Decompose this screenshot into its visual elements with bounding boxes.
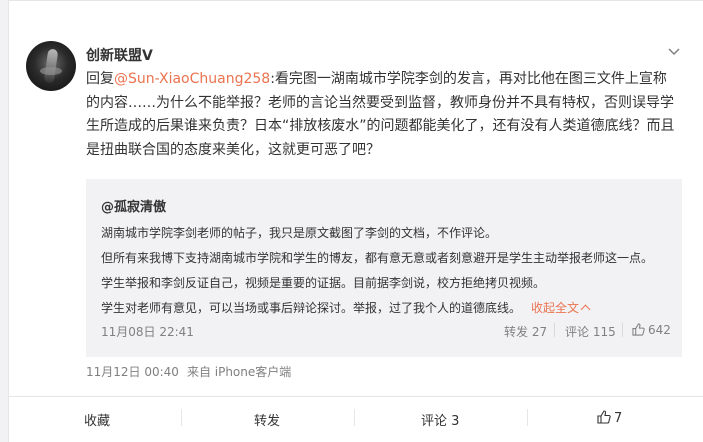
chevron-down-icon[interactable] [666, 45, 682, 59]
post-line-3: 生所造成的后果谁来负责？日本“排放核废水”的问题都能美化了，还有没有人类道德底线… [86, 118, 675, 134]
chevron-up-icon [580, 304, 591, 315]
post-line-2: 的内容……为什么不能举报？老师的言论当然要受到监督，教师身份并不具有特权，否则误… [86, 94, 674, 111]
quoted-like[interactable]: 642 [632, 323, 671, 337]
divider [527, 409, 528, 426]
quoted-line-4: 学生对老师有意见，可以当场或事后辩论探讨。举报，过了我个人的道德底线。 收起全文 [101, 299, 591, 316]
weibo-comment-card: 创新联盟V 回复@Sun-XiaoChuang258:看完图一湖南城市学院李剑的… [8, 0, 703, 442]
quoted-comment[interactable]: 评论 115 [565, 323, 616, 340]
collapse-link[interactable]: 收起全文 [531, 301, 591, 315]
post-line-4: 是扭曲联合国的态度来美化，这就更可恶了吧？ [86, 141, 380, 158]
divider [554, 323, 555, 337]
post-content: 回复@Sun-XiaoChuang258:看完图一湖南城市学院李剑的发言，再对比… [86, 68, 682, 162]
quoted-username[interactable]: @孤寂清傲 [101, 196, 166, 215]
post-username[interactable]: 创新联盟V [86, 45, 153, 65]
repost-button[interactable]: 转发 [254, 410, 280, 429]
quoted-line-3: 学生举报和李剑反证自己，视频是重要的证据。目前据李剑说，校方拒绝拷贝视频。 [101, 276, 546, 290]
thumbs-up-icon [597, 410, 611, 424]
reply-prefix: 回复 [86, 71, 114, 87]
post-line-1: 回复@Sun-XiaoChuang258:看完图一湖南城市学院李剑的发言，再对比… [86, 71, 667, 87]
quoted-line-1: 湖南城市学院李剑老师的帖子，我只是原文截图了李剑的文档，不作评论。 [101, 226, 498, 240]
post-meta: 11月12日 00:40 来自 iPhone客户端 [86, 363, 291, 380]
favorite-button[interactable]: 收藏 [84, 410, 110, 429]
action-bar-divider [9, 396, 703, 397]
divider [354, 409, 355, 426]
divider [181, 409, 182, 426]
quoted-post: @孤寂清傲 湖南城市学院李剑老师的帖子，我只是原文截图了李剑的文档，不作评论。 … [86, 179, 682, 357]
post-timestamp[interactable]: 11月12日 00:40 [86, 365, 179, 379]
mention-link[interactable]: @Sun-XiaoChuang258 [114, 71, 270, 87]
quoted-timestamp[interactable]: 11月08日 22:41 [101, 323, 194, 340]
quoted-repost[interactable]: 转发 27 [504, 323, 547, 340]
quoted-line-2: 但所有来我博下支持湖南城市学院和学生的博友，都有意无意或者刻意避开是学生主动举报… [101, 251, 654, 265]
comment-button[interactable]: 评论 3 [421, 410, 459, 429]
divider [622, 323, 623, 337]
thumbs-up-icon [632, 323, 645, 336]
avatar[interactable] [26, 41, 76, 91]
post-source: 来自 iPhone客户端 [186, 365, 292, 379]
like-button[interactable]: 7 [597, 410, 622, 426]
